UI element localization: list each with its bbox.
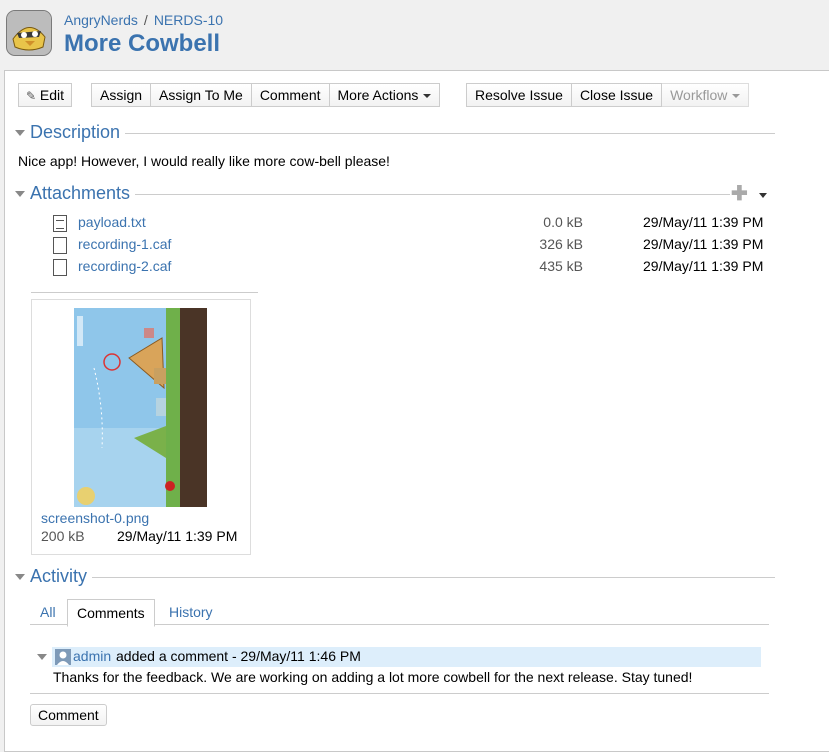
text-file-icon [53,215,67,232]
divider [31,292,258,293]
tab-all[interactable]: All [40,599,56,625]
add-attachment-icon[interactable]: ✚ [731,184,748,204]
issue-content: ✎ Edit Assign Assign To Me Comment More … [4,70,829,752]
activity-heading[interactable]: Activity [30,566,93,587]
image-attachment-link[interactable]: screenshot-0.png [41,510,149,526]
attachment-link[interactable]: recording-1.caf [78,236,171,252]
comment-button[interactable]: Comment [251,83,330,107]
attachments-heading[interactable]: Attachments [30,183,136,204]
chevron-down-icon[interactable] [759,193,767,198]
more-actions-button[interactable]: More Actions [329,83,441,107]
user-avatar-icon [55,649,71,665]
image-attachment-size: 200 kB [41,528,85,544]
tab-comments[interactable]: Comments [67,599,155,627]
comment-meta: added a comment - 29/May/11 1:46 PM [116,648,361,664]
activity-module: Activity [15,566,775,588]
breadcrumb-project-link[interactable]: AngryNerds [64,12,138,28]
file-icon [53,237,67,254]
action-group: Assign Assign To Me Comment More Actions [91,83,441,107]
attachment-date: 29/May/11 1:39 PM [643,214,764,230]
tab-history[interactable]: History [169,599,213,625]
chevron-down-icon [732,94,741,99]
description-text: Nice app! However, I would really like m… [18,153,390,169]
resolve-issue-button[interactable]: Resolve Issue [466,83,572,107]
collapse-icon[interactable] [15,191,25,197]
breadcrumb: AngryNerds / NERDS-10 [64,12,224,28]
description-heading[interactable]: Description [30,122,126,143]
comment-author-link[interactable]: admin [73,648,111,664]
collapse-icon[interactable] [15,130,25,136]
page-title[interactable]: More Cowbell [64,30,220,58]
attachment-row: recording-2.caf 435 kB 29/May/11 1:39 PM [53,258,773,278]
chevron-down-icon [423,94,432,99]
close-issue-button[interactable]: Close Issue [571,83,663,107]
assign-to-me-button[interactable]: Assign To Me [151,83,252,107]
assign-button[interactable]: Assign [91,83,152,107]
divider [30,133,775,134]
attachment-link[interactable]: payload.txt [78,214,146,230]
edit-label: Edit [39,87,65,103]
pencil-icon: ✎ [26,89,37,103]
project-avatar[interactable] [6,10,52,56]
edit-button[interactable]: ✎ Edit [18,83,73,107]
attachment-date: 29/May/11 1:39 PM [643,236,764,252]
image-attachment: screenshot-0.png 200 kB 29/May/11 1:39 P… [31,299,251,555]
workflow-group: Resolve Issue Close Issue Workflow [466,83,750,107]
description-module: Description [15,122,775,144]
divider [30,693,769,694]
attachment-date: 29/May/11 1:39 PM [643,258,764,274]
breadcrumb-issue-link[interactable]: NERDS-10 [154,12,223,28]
screenshot-thumbnail[interactable] [74,308,207,507]
divider [30,577,775,578]
attachment-row: payload.txt 0.0 kB 29/May/11 1:39 PM [53,214,773,234]
workflow-button[interactable]: Workflow [662,83,750,107]
attachment-size: 326 kB [539,236,583,252]
attachment-size: 0.0 kB [543,214,583,230]
attachments-module: Attachments ✚ [15,183,775,205]
page-header: AngryNerds / NERDS-10 More Cowbell [0,0,829,66]
workflow-label: Workflow [670,87,728,103]
attachment-link[interactable]: recording-2.caf [78,258,171,274]
image-attachment-date: 29/May/11 1:39 PM [117,528,238,544]
edit-group: ✎ Edit [18,83,73,107]
comment-text: Thanks for the feedback. We are working … [53,669,693,685]
attachment-size: 435 kB [539,258,583,274]
collapse-comment-icon[interactable] [37,654,47,660]
comment-header: admin added a comment - 29/May/11 1:46 P… [52,647,761,667]
collapse-icon[interactable] [15,574,25,580]
file-icon [53,259,67,276]
attachment-row: recording-1.caf 326 kB 29/May/11 1:39 PM [53,236,773,256]
add-comment-button[interactable]: Comment [30,704,107,726]
more-actions-label: More Actions [337,87,419,103]
